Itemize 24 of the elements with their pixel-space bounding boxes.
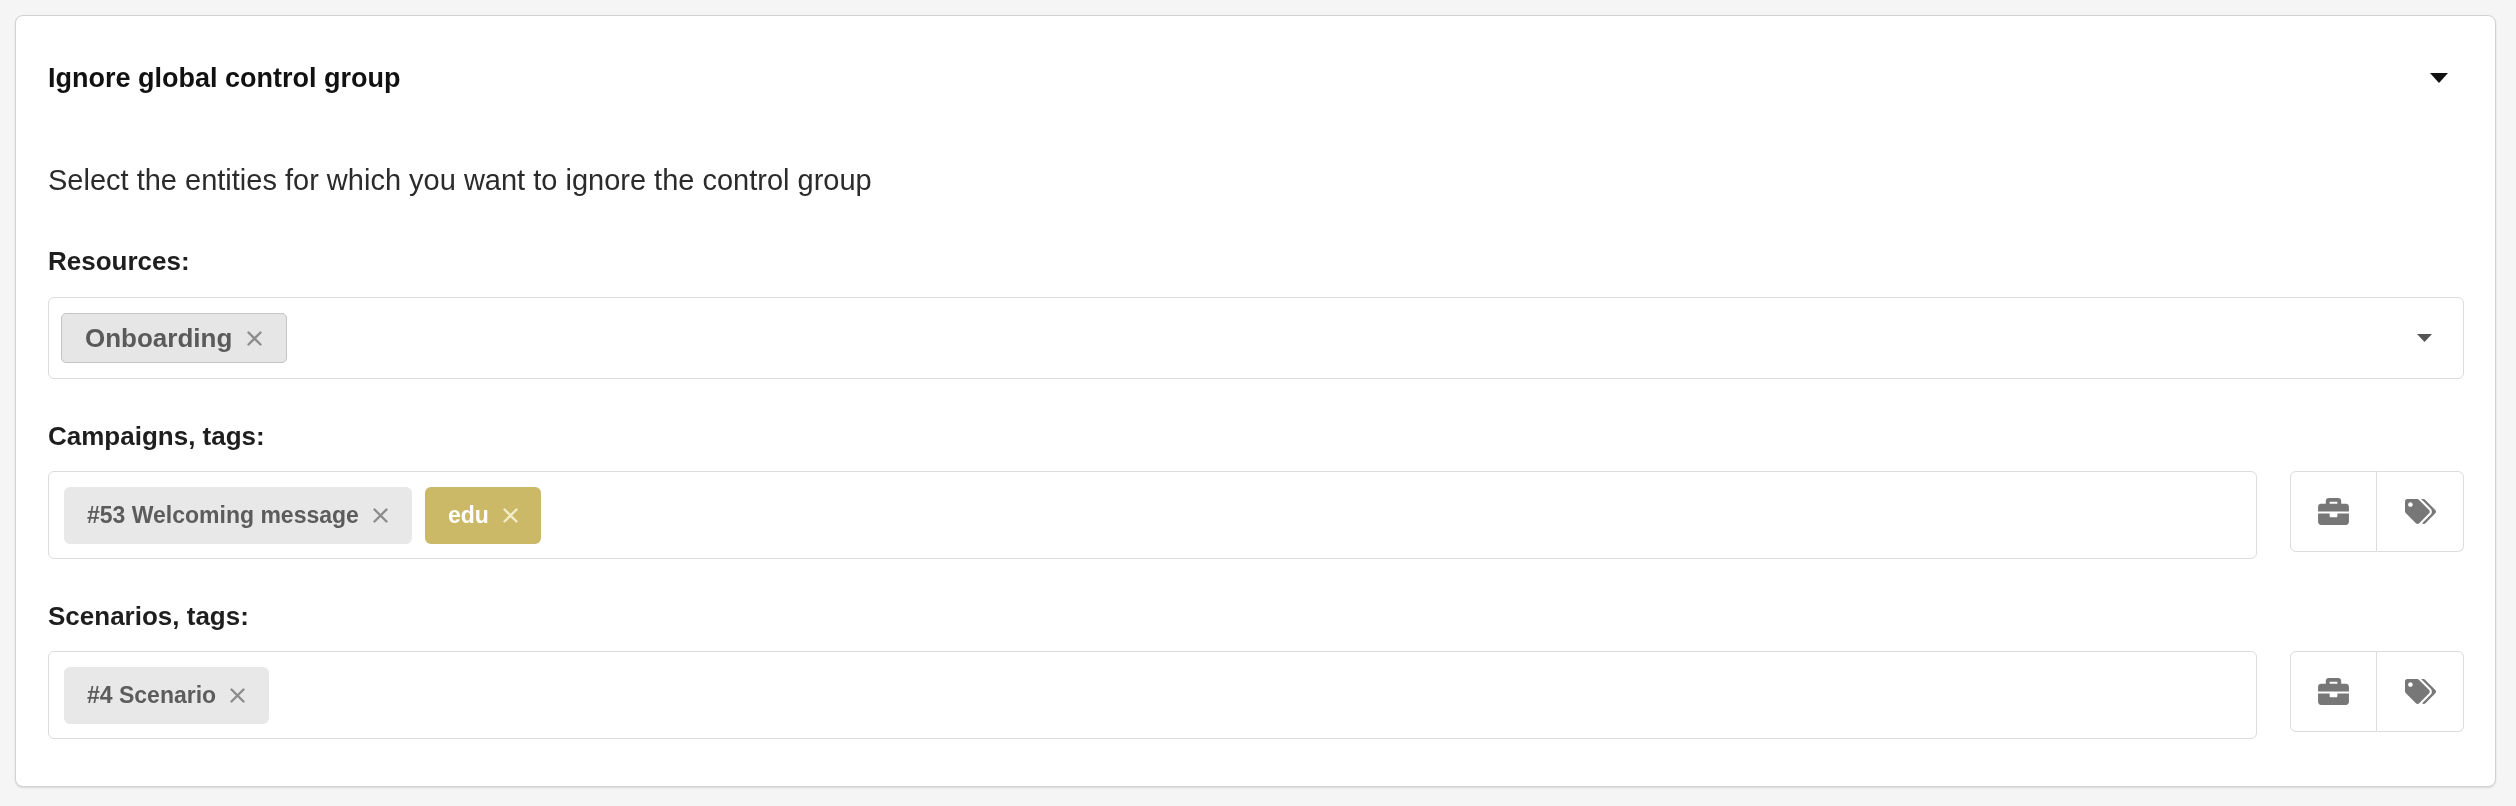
field-label: Campaigns, tags: xyxy=(48,422,265,450)
tags-icon xyxy=(2404,499,2436,524)
section-title: Ignore global control group xyxy=(48,63,401,93)
caret-icon[interactable] xyxy=(2430,73,2448,83)
tag-input-field[interactable]: #53 Welcoming message edu xyxy=(48,471,2257,559)
field-label: Resources: xyxy=(48,247,190,275)
briefcase-button[interactable] xyxy=(2290,471,2377,552)
tags-button[interactable] xyxy=(2377,471,2464,552)
select-field[interactable]: Onboarding xyxy=(48,297,2464,379)
tags-icon xyxy=(2404,679,2436,704)
field-label: Scenarios, tags: xyxy=(48,602,249,630)
section-description: Select the entities for which you want to ignore the control group xyxy=(48,164,873,196)
entity-chip[interactable]: #4 Scenario xyxy=(64,666,270,724)
close-icon[interactable] xyxy=(372,507,388,523)
caret-icon[interactable] xyxy=(2417,334,2432,342)
close-icon[interactable] xyxy=(247,330,263,346)
briefcase-icon xyxy=(2318,498,2349,525)
entity-chip[interactable]: #53 Welcoming message xyxy=(64,486,412,544)
briefcase-icon xyxy=(2318,678,2349,705)
briefcase-button[interactable] xyxy=(2290,651,2377,732)
tags-button[interactable] xyxy=(2377,651,2464,732)
close-icon[interactable] xyxy=(230,687,246,703)
tag-input-field[interactable]: #4 Scenario xyxy=(48,651,2257,739)
resource-chip[interactable]: Onboarding xyxy=(61,313,288,363)
